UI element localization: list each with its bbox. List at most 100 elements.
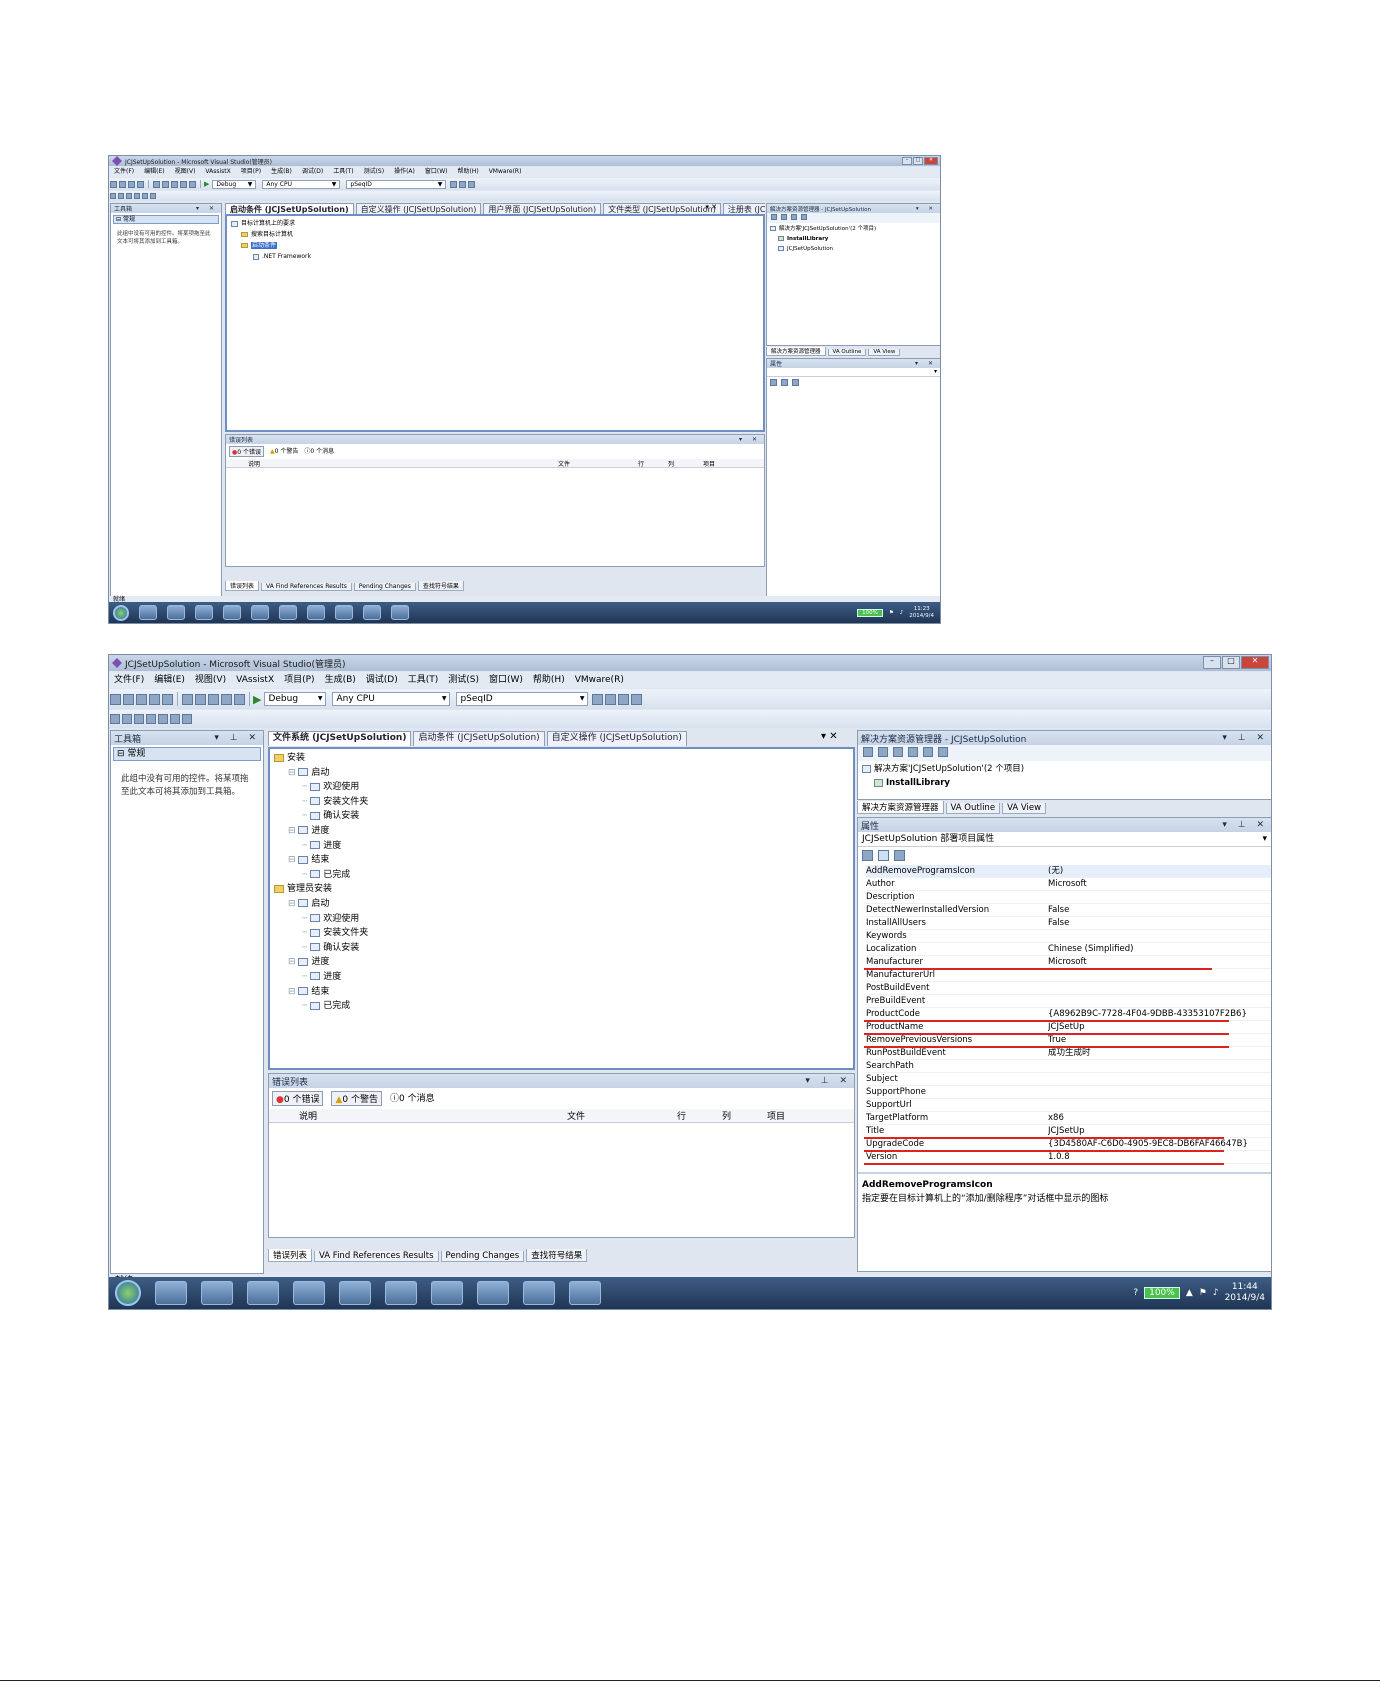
media-player-icon[interactable] <box>247 1281 279 1305</box>
document-tab[interactable]: 用户界面 (JCJSetUpSolution) <box>483 203 602 214</box>
panel-controls[interactable]: ▾ ⊥ ✕ <box>805 1076 851 1086</box>
property-row[interactable]: DetectNewerInstalledVersion False <box>866 904 1271 917</box>
property-value[interactable]: False <box>1048 917 1268 929</box>
property-value[interactable]: JCJSetUp <box>1048 1021 1268 1033</box>
tree-item-group[interactable]: ⊟ 启动 <box>274 766 849 781</box>
close-button[interactable]: ✕ <box>1241 656 1269 669</box>
cut-icon[interactable] <box>182 693 193 705</box>
panel-controls[interactable]: ▾ ⊥ ✕ <box>1222 820 1268 830</box>
explorer-icon[interactable] <box>201 1281 233 1305</box>
tool-window-tab[interactable]: VA Outline <box>827 349 867 356</box>
firefox-icon[interactable] <box>293 1281 325 1305</box>
property-value[interactable] <box>1048 982 1268 994</box>
property-row[interactable]: TargetPlatform x86 <box>866 1112 1271 1125</box>
launch-conditions-editor-icon[interactable] <box>170 714 180 724</box>
tree-item-root[interactable]: 安装 <box>274 751 849 766</box>
add-item-icon[interactable] <box>119 180 126 188</box>
property-row[interactable]: SupportPhone <box>866 1086 1271 1099</box>
property-value[interactable] <box>1048 930 1268 942</box>
col-column[interactable]: 列 <box>668 459 703 467</box>
alphabetical-icon[interactable] <box>781 379 788 386</box>
menu-item[interactable]: 调试(D) <box>361 672 403 688</box>
se-registry-icon[interactable] <box>908 747 918 757</box>
col-file[interactable]: 文件 <box>558 459 638 467</box>
bottom-tab[interactable]: Pending Changes <box>353 583 416 591</box>
errors-toggle[interactable]: ●0 个错误 <box>272 1091 324 1106</box>
property-value[interactable] <box>1048 1086 1268 1098</box>
media-player-icon[interactable] <box>195 605 213 620</box>
tree-item-root[interactable]: 管理员安装 <box>274 882 849 897</box>
redo-icon[interactable] <box>234 693 245 705</box>
find-combo[interactable]: pSeqID ▼ <box>456 692 589 706</box>
find-combo[interactable]: pSeqID ▼ <box>346 179 447 189</box>
bird-app-icon[interactable] <box>251 605 269 620</box>
menu-item[interactable]: VAssistX <box>200 167 235 177</box>
bottom-tab[interactable]: VA Find References Results <box>261 583 352 591</box>
col-description[interactable]: 说明 <box>248 459 558 467</box>
volume-icon[interactable]: ♪ <box>900 610 904 616</box>
property-row[interactable]: Localization Chinese (Simplified) <box>866 943 1271 956</box>
help-icon[interactable]: ? <box>1133 1288 1138 1298</box>
tool-window-tab[interactable]: 解决方案资源管理器 <box>766 347 826 356</box>
maximize-button[interactable]: □ <box>913 157 923 165</box>
toolbox-group-general[interactable]: ⊟ 常规 <box>113 747 261 761</box>
se-custom-actions-icon[interactable] <box>938 747 948 757</box>
minimize-button[interactable]: – <box>1203 656 1221 669</box>
registry-editor-icon[interactable] <box>118 193 124 199</box>
se-file-system-icon[interactable] <box>893 747 903 757</box>
config-select[interactable]: Debug ▼ <box>264 692 327 706</box>
document-tab[interactable]: 启动条件 (JCJSetUpSolution) <box>413 731 545 746</box>
toolbox-group-general[interactable]: ⊟ 常规 <box>113 215 219 224</box>
firefox-icon[interactable] <box>223 605 241 620</box>
col-project[interactable]: 项目 <box>767 1109 827 1122</box>
tree-item-page[interactable]: ┄ 安装文件夹 <box>274 795 849 810</box>
ie-icon[interactable] <box>139 605 157 620</box>
start-button-icon[interactable] <box>115 1280 141 1306</box>
bottom-tab[interactable]: 查找符号结果 <box>526 1249 588 1262</box>
property-value[interactable] <box>1048 1073 1268 1085</box>
property-value[interactable] <box>1048 1099 1268 1111</box>
messenger-icon[interactable] <box>431 1281 463 1305</box>
battery-indicator[interactable]: 100% <box>1144 1287 1180 1299</box>
menu-item[interactable]: 帮助(H) <box>528 672 570 688</box>
bottom-tab[interactable]: 错误列表 <box>225 581 260 591</box>
warnings-toggle[interactable]: ▲0 个警告 <box>331 1091 382 1106</box>
tree-item-group[interactable]: ⊟ 结束 <box>274 985 849 1000</box>
properties-icon[interactable] <box>605 693 617 705</box>
copy-icon[interactable] <box>162 180 169 188</box>
project-node-installlibrary[interactable]: InstallLibrary <box>770 234 937 244</box>
errors-toggle[interactable]: ●0 个错误 <box>229 446 264 457</box>
start-button-icon[interactable] <box>113 604 129 621</box>
show-hidden-icons-icon[interactable]: ▲ <box>1186 1288 1193 1298</box>
property-value[interactable]: False <box>1048 904 1268 916</box>
panel-controls[interactable]: ▾ ✕ <box>915 360 937 367</box>
launch-conditions-editor-icon[interactable] <box>150 193 156 199</box>
col-line[interactable]: 行 <box>677 1109 722 1122</box>
warnings-toggle[interactable]: ▲0 个警告 <box>270 446 298 457</box>
menu-item[interactable]: 窗口(W) <box>484 672 528 688</box>
ui-editor-icon[interactable] <box>146 714 156 724</box>
open-icon[interactable] <box>128 180 135 188</box>
undo-icon[interactable] <box>180 180 187 188</box>
col-project[interactable]: 项目 <box>703 459 743 467</box>
property-value[interactable]: True <box>1048 1034 1268 1046</box>
new-project-icon[interactable] <box>110 180 117 188</box>
property-value[interactable]: Microsoft <box>1048 878 1268 890</box>
property-row[interactable]: SearchPath <box>866 1060 1271 1073</box>
tool-window-tab[interactable]: VA View <box>868 349 901 356</box>
property-pages-icon[interactable] <box>792 379 799 386</box>
tool-app-icon[interactable] <box>523 1281 555 1305</box>
tree-item-page[interactable]: ┄ 进度 <box>274 839 849 854</box>
property-value[interactable]: JCJSetUp <box>1048 1125 1268 1137</box>
tree-item-group[interactable]: ⊟ 结束 <box>274 853 849 868</box>
menu-item[interactable]: 测试(S) <box>443 672 484 688</box>
properties-icon[interactable] <box>459 180 467 188</box>
visual-studio-icon[interactable] <box>385 1281 417 1305</box>
col-line[interactable]: 行 <box>638 459 668 467</box>
start-debug-icon[interactable]: ▶ <box>253 693 261 706</box>
se-ui-icon[interactable] <box>923 747 933 757</box>
tree-item-page[interactable]: ┄ 已完成 <box>274 999 849 1014</box>
paste-icon[interactable] <box>171 180 178 188</box>
property-row[interactable]: Author Microsoft <box>866 878 1271 891</box>
menu-item[interactable]: 文件(F) <box>109 167 139 177</box>
